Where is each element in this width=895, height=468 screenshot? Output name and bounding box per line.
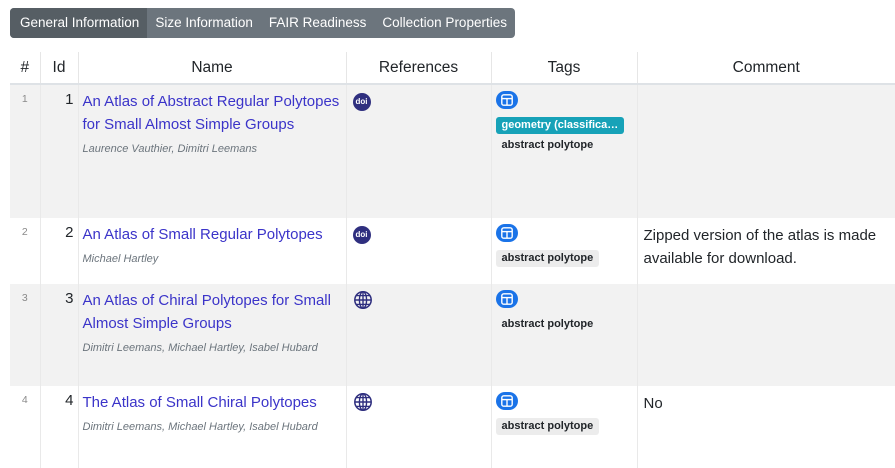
author-name: Dimitri Leemans [82,342,162,354]
author-name: Michael Hartley [168,342,244,354]
tab-size-information[interactable]: Size Information [147,8,261,38]
author-name: Isabel Hubard [249,342,318,354]
comment-cell: No [637,386,895,468]
collections-table: # Id Name References Tags Comment 1 1 An A… [10,52,895,468]
collection-name-link[interactable]: An Atlas of Chiral Polytopes for Small A… [83,289,342,335]
table-icon[interactable] [495,91,518,109]
doi-icon[interactable]: doi [352,93,371,111]
tags-cell: abstract polytope [491,218,638,284]
author-name: Laurence Vauthier [82,143,172,155]
row-number: 4 [10,386,41,468]
author-name: Michael Hartley [168,421,244,433]
row-number: 1 [10,84,41,218]
name-cell: An Atlas of Small Regular Polytopes Micha… [78,218,347,284]
author-list: Dimitri Leemans, Michael Hartley, Isabel… [82,342,318,354]
tag-badge[interactable]: abstract polytope [495,137,600,154]
table-row: 2 2 An Atlas of Small Regular Polytopes Mic… [10,218,895,284]
row-id: 2 [40,218,79,284]
table-row: 4 4 The Atlas of Small Chiral Polytopes Dim… [10,386,895,468]
table-row: 1 1 An Atlas of Abstract Regular Polytopes… [10,84,895,218]
tag-badge[interactable]: abstract polytope [495,316,600,333]
name-cell: An Atlas of Chiral Polytopes for Small A… [78,284,347,386]
header-rownum[interactable]: # [10,52,41,85]
tag-badge[interactable]: abstract polytope [495,250,600,267]
name-cell: An Atlas of Abstract Regular Polytopes f… [78,84,347,218]
header-id[interactable]: Id [40,52,79,85]
table-icon[interactable] [495,290,518,308]
header-references[interactable]: References [346,52,492,85]
tab-general-information[interactable]: General Information [10,8,148,38]
tab-bar: General Information Size Information FAI… [10,8,515,38]
tags-cell: geometry (classifica… abstract polytope [491,84,638,218]
collection-name-link[interactable]: An Atlas of Small Regular Polytopes [83,223,342,246]
row-id: 1 [40,84,79,218]
row-id: 3 [40,284,79,386]
author-name: Isabel Hubard [249,421,318,433]
collection-name-link[interactable]: The Atlas of Small Chiral Polytopes [83,391,342,414]
tags-cell: abstract polytope [491,284,638,386]
table-icon[interactable] [495,224,518,242]
comment-cell: Zipped version of the atlas is made avai… [637,218,895,284]
author-list: Michael Hartley [83,248,342,270]
tags-cell: abstract polytope [491,386,638,468]
row-number: 3 [10,284,41,386]
tag-badge[interactable]: geometry (classifica… [495,117,625,134]
author-name: Dimitri Leemans [177,143,257,155]
globe-icon[interactable] [353,290,373,310]
header-comment[interactable]: Comment [637,52,895,85]
references-cell: doi [346,84,492,218]
author-name: Dimitri Leemans [82,421,162,433]
table-icon[interactable] [495,392,518,410]
references-cell [346,386,492,468]
tag-badge[interactable]: abstract polytope [495,418,600,435]
author-list: Laurence Vauthier, Dimitri Leemans [82,143,257,155]
name-cell: The Atlas of Small Chiral Polytopes Dimit… [78,386,347,468]
references-cell: doi [346,218,492,284]
tab-collection-properties[interactable]: Collection Properties [374,8,515,38]
table-row: 3 3 An Atlas of Chiral Polytopes for Small… [10,284,895,386]
collection-name-link[interactable]: An Atlas of Abstract Regular Polytopes f… [83,90,342,136]
table-header-row: # Id Name References Tags Comment [10,52,895,85]
doi-icon[interactable]: doi [352,226,371,244]
globe-icon[interactable] [353,392,373,412]
references-cell [346,284,492,386]
comment-cell [637,284,895,386]
author-name: Michael Hartley [82,253,159,265]
row-number: 2 [10,218,41,284]
header-tags[interactable]: Tags [491,52,638,85]
comment-cell [637,84,895,218]
tab-fair-readiness[interactable]: FAIR Readiness [261,8,375,38]
header-name[interactable]: Name [78,52,347,85]
row-id: 4 [40,386,79,468]
